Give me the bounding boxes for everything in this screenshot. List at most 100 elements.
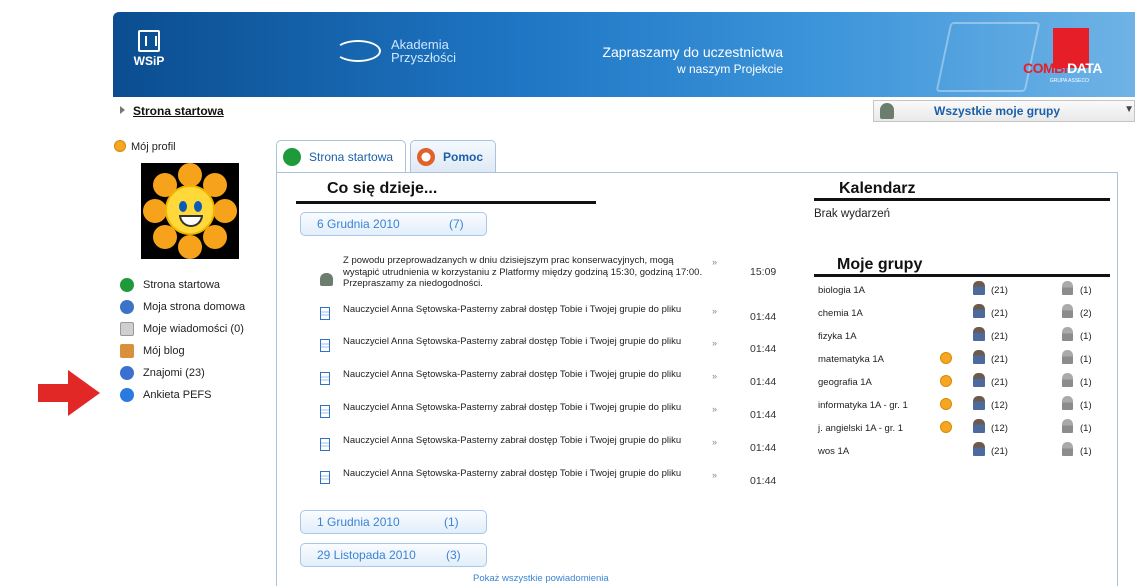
friends-icon bbox=[120, 366, 134, 380]
my-profile-link[interactable]: Mój profil bbox=[114, 140, 176, 153]
group-name-link[interactable]: fizyka 1A bbox=[818, 331, 857, 342]
student-icon[interactable] bbox=[1062, 304, 1073, 318]
notification-time: 01:44 bbox=[750, 442, 777, 454]
more-arrow-icon[interactable]: » bbox=[712, 470, 717, 482]
main-panel: Co się dzieje... 6 Grudnia 2010 (7) Z pow… bbox=[276, 172, 1118, 586]
teacher-count: (21) bbox=[991, 331, 1008, 342]
notification-time: 01:44 bbox=[750, 475, 777, 487]
group-name-link[interactable]: wos 1A bbox=[818, 446, 849, 457]
left-navigation: Strona startowa Moja strona domowa Moje wi… bbox=[120, 274, 245, 406]
teacher-icon[interactable] bbox=[973, 373, 985, 387]
student-icon[interactable] bbox=[1062, 419, 1073, 433]
akademia-logo-text: Akademia Przyszłości bbox=[391, 37, 457, 65]
arrow-blue-icon bbox=[120, 388, 134, 402]
teacher-icon[interactable] bbox=[973, 281, 985, 295]
teacher-icon[interactable] bbox=[973, 327, 985, 341]
group-name-link[interactable]: geografia 1A bbox=[818, 377, 872, 388]
sidebar-item[interactable]: Strona startowa bbox=[120, 274, 245, 296]
breadcrumb-home-link[interactable]: Strona startowa bbox=[133, 104, 224, 118]
akademia-swoosh-icon bbox=[335, 40, 381, 62]
teacher-count: (12) bbox=[991, 423, 1008, 434]
sun-face-icon bbox=[165, 185, 215, 235]
sidebar-item-label: Znajomi (23) bbox=[143, 367, 205, 379]
more-arrow-icon[interactable]: » bbox=[712, 257, 717, 269]
sidebar-item[interactable]: Mój blog bbox=[120, 340, 245, 362]
notification-text: Nauczyciel Anna Sętowska-Pasterny zabrał… bbox=[343, 336, 682, 347]
warning-icon[interactable] bbox=[940, 375, 952, 387]
sidebar-item[interactable]: Znajomi (23) bbox=[120, 362, 245, 384]
sidebar-item-label: Moja strona domowa bbox=[143, 301, 246, 313]
teacher-icon[interactable] bbox=[973, 442, 985, 456]
notification-text: Nauczyciel Anna Sętowska-Pasterny zabrał… bbox=[343, 304, 682, 315]
group-name-link[interactable]: matematyka 1A bbox=[818, 354, 884, 365]
group-row: wos 1A (21) (1) bbox=[814, 440, 1114, 462]
notification-time: 15:09 bbox=[750, 266, 777, 278]
student-count: (1) bbox=[1080, 285, 1092, 296]
document-icon bbox=[320, 471, 330, 484]
teacher-icon[interactable] bbox=[973, 304, 985, 318]
tab-help[interactable]: Pomoc bbox=[410, 140, 497, 172]
group-select[interactable]: Wszystkie moje grupy ▼ bbox=[873, 100, 1135, 122]
warning-icon[interactable] bbox=[940, 421, 952, 433]
group-select-value: Wszystkie moje grupy bbox=[934, 104, 1061, 118]
group-name-link[interactable]: j. angielski 1A - gr. 1 bbox=[818, 423, 903, 434]
warning-icon[interactable] bbox=[940, 398, 952, 410]
breadcrumb-arrow-icon bbox=[120, 106, 125, 114]
more-arrow-icon[interactable]: » bbox=[712, 404, 717, 416]
group-row: biologia 1A (21) (1) bbox=[814, 279, 1114, 301]
student-icon[interactable] bbox=[1062, 373, 1073, 387]
teacher-icon[interactable] bbox=[973, 350, 985, 364]
notification-text: Z powodu przeprowadzanych w dniu dzisiej… bbox=[343, 255, 703, 289]
document-icon bbox=[320, 339, 330, 352]
student-icon[interactable] bbox=[1062, 396, 1073, 410]
wsip-logo[interactable]: WSiP bbox=[133, 30, 165, 68]
avatar[interactable] bbox=[141, 163, 239, 259]
sidebar-item-label: Strona startowa bbox=[143, 279, 221, 291]
group-row: chemia 1A (21) (2) bbox=[814, 302, 1114, 324]
group-name-link[interactable]: chemia 1A bbox=[818, 308, 863, 319]
group-row: fizyka 1A (21) (1) bbox=[814, 325, 1114, 347]
date-group-button[interactable]: 1 Grudnia 2010 (1) bbox=[300, 510, 487, 534]
student-icon[interactable] bbox=[1062, 442, 1073, 456]
group-name-link[interactable]: biologia 1A bbox=[818, 285, 865, 296]
sidebar-item-label: Ankieta PEFS bbox=[143, 389, 212, 401]
teacher-icon[interactable] bbox=[973, 396, 985, 410]
tab-home[interactable]: Strona startowa bbox=[276, 140, 407, 173]
student-icon[interactable] bbox=[1062, 281, 1073, 295]
date-group-button[interactable]: 29 Listopada 2010 (3) bbox=[300, 543, 487, 567]
teacher-count: (21) bbox=[991, 285, 1008, 296]
teacher-count: (21) bbox=[991, 308, 1008, 319]
group-icon bbox=[880, 103, 894, 119]
group-row: informatyka 1A - gr. 1 (12) (1) bbox=[814, 394, 1114, 416]
document-icon bbox=[320, 438, 330, 451]
sidebar-item[interactable]: Moja strona domowa bbox=[120, 296, 245, 318]
date-group-button[interactable]: 6 Grudnia 2010 (7) bbox=[300, 212, 487, 236]
show-all-notifications-link[interactable]: Pokaż wszystkie powiadomienia bbox=[473, 573, 609, 584]
group-row: matematyka 1A (21) (1) bbox=[814, 348, 1114, 370]
more-arrow-icon[interactable]: » bbox=[712, 437, 717, 449]
sidebar-item[interactable]: Ankieta PEFS bbox=[120, 384, 245, 406]
teacher-count: (21) bbox=[991, 354, 1008, 365]
sidebar-item[interactable]: Moje wiadomości (0) bbox=[120, 318, 245, 340]
group-name-link[interactable]: informatyka 1A - gr. 1 bbox=[818, 400, 908, 411]
student-count: (1) bbox=[1080, 331, 1092, 342]
blog-icon bbox=[120, 344, 134, 358]
news-title: Co się dzieje... bbox=[327, 180, 438, 197]
student-icon[interactable] bbox=[1062, 327, 1073, 341]
calendar-empty-text: Brak wydarzeń bbox=[814, 208, 891, 220]
notification-time: 01:44 bbox=[750, 409, 777, 421]
calendar-title: Kalendarz bbox=[839, 180, 916, 197]
more-arrow-icon[interactable]: » bbox=[712, 371, 717, 383]
wsip-logo-icon bbox=[138, 30, 160, 52]
calendar-underline bbox=[814, 198, 1110, 201]
notification-text: Nauczyciel Anna Sętowska-Pasterny zabrał… bbox=[343, 369, 682, 380]
home-icon bbox=[120, 300, 134, 314]
student-count: (2) bbox=[1080, 308, 1092, 319]
more-arrow-icon[interactable]: » bbox=[712, 306, 717, 318]
student-icon[interactable] bbox=[1062, 350, 1073, 364]
teacher-icon[interactable] bbox=[973, 419, 985, 433]
smiley-icon bbox=[114, 140, 126, 152]
more-arrow-icon[interactable]: » bbox=[712, 338, 717, 350]
red-arrow-annotation-icon bbox=[38, 370, 100, 416]
warning-icon[interactable] bbox=[940, 352, 952, 364]
